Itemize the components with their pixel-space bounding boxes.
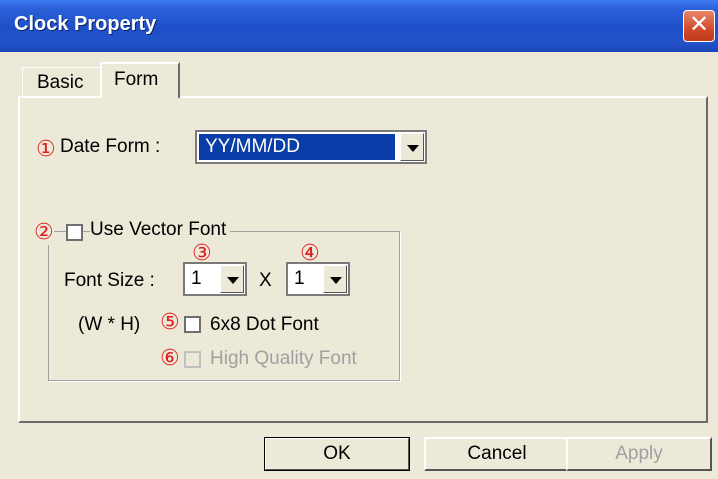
font-size-label: Font Size :	[64, 270, 155, 291]
date-form-value: YY/MM/DD	[199, 134, 395, 160]
use-vector-font-checkbox[interactable]	[66, 224, 83, 241]
close-icon[interactable]: ✕	[683, 10, 715, 42]
title-bar[interactable]: Clock Property ✕	[0, 0, 718, 52]
date-form-select[interactable]: YY/MM/DD	[195, 130, 427, 164]
marker-6: ⑥	[160, 345, 180, 370]
size-separator: X	[259, 270, 272, 291]
dot-font-label: 6x8 Dot Font	[210, 314, 319, 335]
marker-1: ①	[36, 136, 56, 161]
use-vector-font-label: Use Vector Font	[90, 219, 231, 241]
tab-form-label: Form	[114, 69, 159, 90]
tab-form[interactable]: Form	[100, 62, 180, 98]
date-form-label: Date Form :	[60, 136, 161, 157]
chevron-down-icon[interactable]	[400, 133, 424, 161]
font-width-select[interactable]: 1	[183, 262, 247, 296]
marker-2: ②	[34, 219, 54, 245]
high-quality-font-label: High Quality Font	[210, 348, 357, 369]
apply-button[interactable]: Apply	[566, 437, 712, 471]
window-title: Clock Property	[14, 13, 157, 35]
font-height-value: 1	[294, 268, 305, 289]
cancel-button[interactable]: Cancel	[424, 437, 570, 471]
tab-basic[interactable]: Basic	[22, 67, 104, 98]
high-quality-font-checkbox[interactable]	[184, 351, 201, 368]
font-size-unit-label: (W * H)	[78, 314, 141, 335]
chevron-down-icon[interactable]	[220, 265, 244, 293]
font-width-value: 1	[191, 268, 202, 289]
tab-basic-label: Basic	[37, 72, 84, 93]
marker-5: ⑤	[160, 309, 180, 334]
font-height-select[interactable]: 1	[286, 262, 350, 296]
clock-property-dialog: Clock Property ✕ Basic Form ① Date Form …	[0, 0, 718, 479]
chevron-down-icon[interactable]	[323, 265, 347, 293]
ok-button[interactable]: OK	[264, 437, 410, 471]
dot-font-checkbox[interactable]	[184, 316, 201, 333]
